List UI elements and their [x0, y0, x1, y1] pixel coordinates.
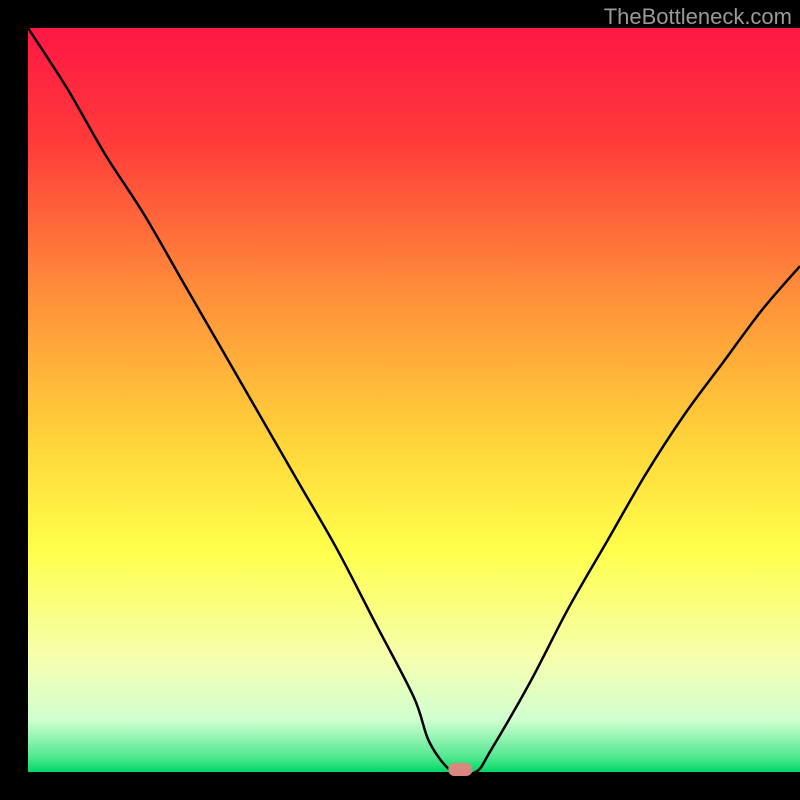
minimum-indicator — [448, 763, 472, 776]
watermark-text: TheBottleneck.com — [604, 4, 792, 30]
chart-container: TheBottleneck.com — [0, 0, 800, 800]
chart-svg — [0, 0, 800, 800]
gradient-background — [28, 28, 800, 772]
